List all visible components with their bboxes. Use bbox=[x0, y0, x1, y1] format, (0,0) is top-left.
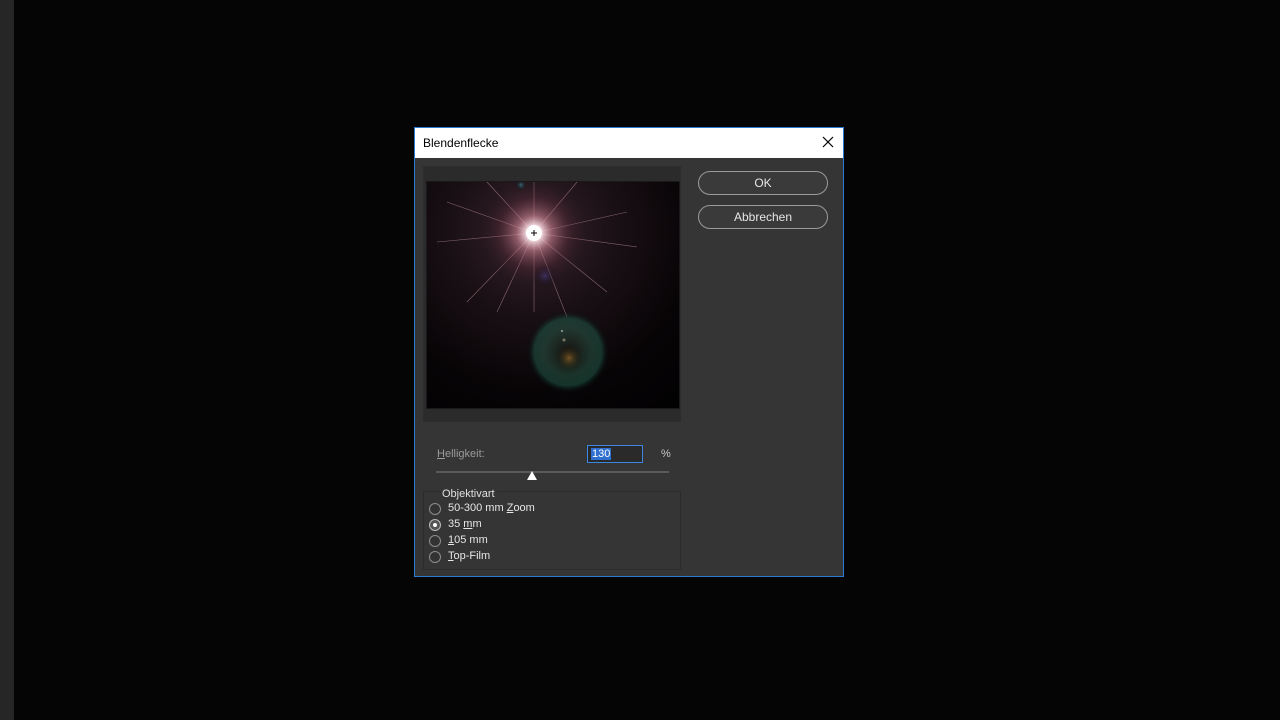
radio-button-selected[interactable] bbox=[429, 519, 441, 531]
ok-button[interactable]: OK bbox=[698, 171, 828, 195]
lens-type-title: Objektivart bbox=[440, 488, 497, 500]
percent-unit: % bbox=[661, 448, 671, 460]
left-app-strip bbox=[0, 0, 14, 720]
radio-button[interactable] bbox=[429, 551, 441, 563]
radio-label: 105 mm bbox=[448, 534, 488, 546]
dialog-title: Blendenflecke bbox=[423, 136, 499, 150]
brightness-value: 130 bbox=[591, 448, 612, 460]
brightness-label: Helligkeit: bbox=[437, 448, 485, 460]
radio-label: 35 mm bbox=[448, 518, 482, 530]
brightness-slider-track[interactable] bbox=[436, 471, 669, 473]
radio-label: 50-300 mm Zoom bbox=[448, 502, 535, 514]
close-button[interactable] bbox=[819, 132, 837, 152]
brightness-input[interactable]: 130 bbox=[587, 445, 643, 463]
brightness-slider-thumb[interactable] bbox=[526, 467, 537, 480]
lens-flare-dialog: Blendenflecke OK Abbrechen Helligkeit: 1… bbox=[414, 127, 844, 577]
brightness-label-mnemonic: H bbox=[437, 448, 445, 460]
radio-button[interactable] bbox=[429, 535, 441, 547]
close-icon bbox=[822, 136, 834, 148]
radio-label: Top-Film bbox=[448, 550, 491, 562]
dialog-titlebar[interactable]: Blendenflecke bbox=[415, 128, 843, 158]
cancel-button[interactable]: Abbrechen bbox=[698, 205, 828, 229]
radio-button[interactable] bbox=[429, 503, 441, 515]
preview-frame bbox=[423, 166, 681, 422]
brightness-label-rest: elligkeit: bbox=[444, 448, 485, 460]
slider-thumb-icon bbox=[526, 471, 537, 480]
flare-preview[interactable] bbox=[426, 181, 680, 409]
